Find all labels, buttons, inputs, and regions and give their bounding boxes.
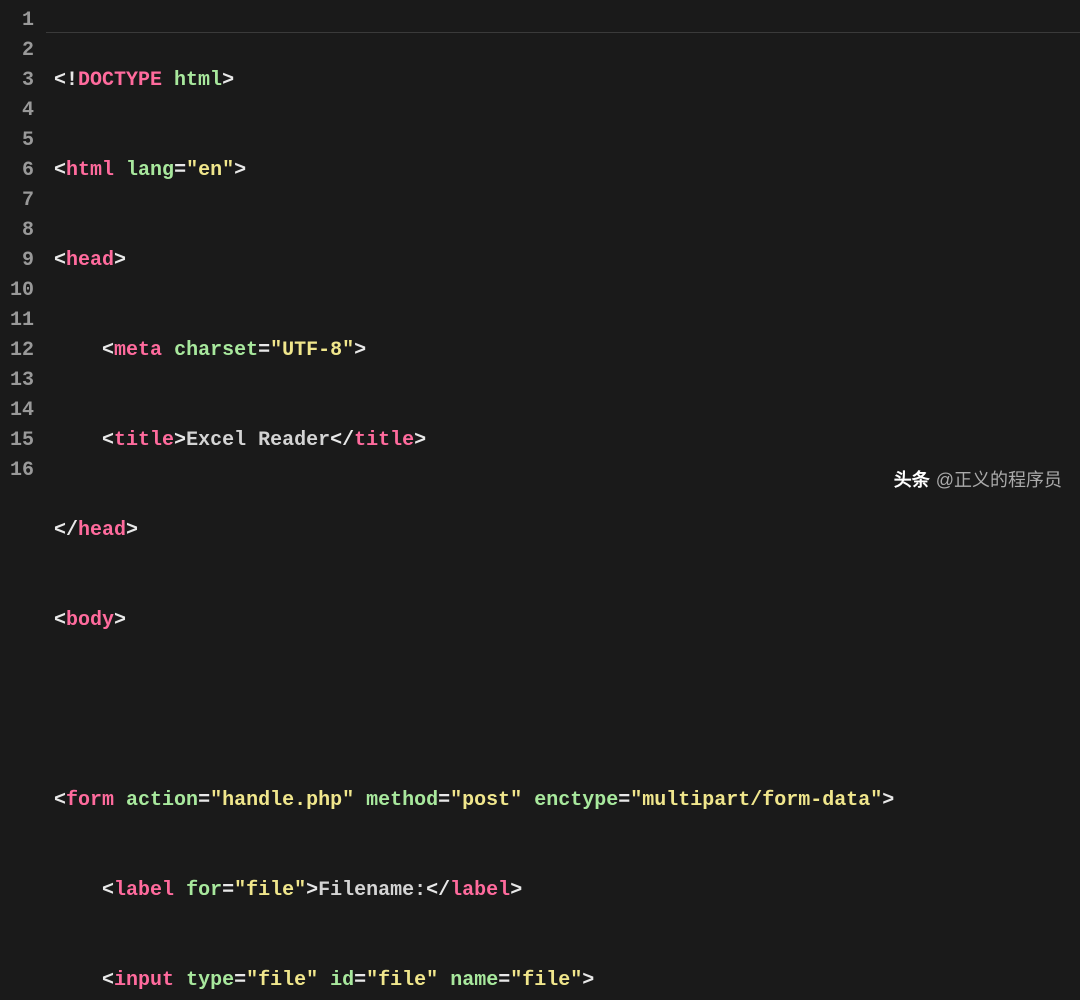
watermark: 头条 @正义的程序员 (894, 466, 1062, 492)
code-line: <head> (54, 246, 1070, 276)
code-area[interactable]: <!DOCTYPE html> <html lang="en"> <head> … (44, 0, 1080, 500)
line-number: 7 (6, 186, 34, 216)
code-editor: 1 2 3 4 5 6 7 8 9 10 11 12 13 14 15 16 <… (0, 0, 1080, 500)
code-line: <body> (54, 606, 1070, 636)
line-number: 3 (6, 66, 34, 96)
code-line: <html lang="en"> (54, 156, 1070, 186)
line-number: 11 (6, 306, 34, 336)
code-line: </head> (54, 516, 1070, 546)
code-line: <!DOCTYPE html> (54, 66, 1070, 96)
line-number: 15 (6, 426, 34, 456)
line-number: 9 (6, 246, 34, 276)
line-number: 1 (6, 6, 34, 36)
code-line: <title>Excel Reader</title> (54, 426, 1070, 456)
code-line: <input type="file" id="file" name="file"… (54, 966, 1070, 996)
line-number: 2 (6, 36, 34, 66)
code-line (54, 696, 1070, 726)
line-number: 16 (6, 456, 34, 486)
line-number: 4 (6, 96, 34, 126)
line-number: 12 (6, 336, 34, 366)
line-number: 13 (6, 366, 34, 396)
line-number: 5 (6, 126, 34, 156)
line-number-gutter: 1 2 3 4 5 6 7 8 9 10 11 12 13 14 15 16 (0, 0, 44, 500)
line-number: 8 (6, 216, 34, 246)
divider-line (46, 32, 1080, 33)
code-line: <meta charset="UTF-8"> (54, 336, 1070, 366)
watermark-brand: 头条 (894, 466, 930, 492)
line-number: 14 (6, 396, 34, 426)
line-number: 6 (6, 156, 34, 186)
code-line: <label for="file">Filename:</label> (54, 876, 1070, 906)
watermark-text: @正义的程序员 (936, 466, 1062, 492)
line-number: 10 (6, 276, 34, 306)
code-line: <form action="handle.php" method="post" … (54, 786, 1070, 816)
